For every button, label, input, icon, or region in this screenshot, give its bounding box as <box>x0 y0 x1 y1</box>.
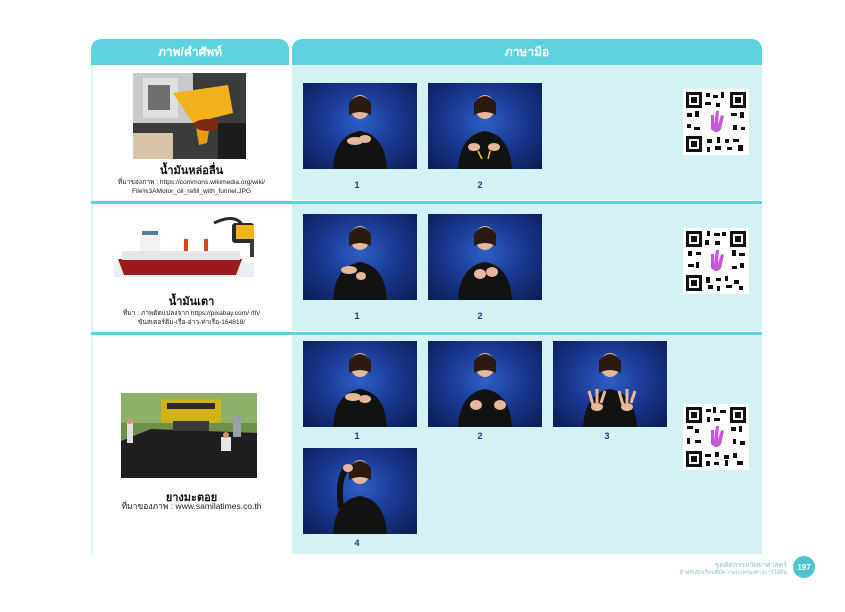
qr-code[interactable] <box>683 228 749 294</box>
sign-photo-step-3 <box>553 341 667 427</box>
step-number: 1 <box>354 180 360 190</box>
sign-photo-step-1 <box>303 341 417 427</box>
image-source-line: File%3AMotor_oil_refill_with_funnel.JPG <box>131 188 252 195</box>
asphalt-road-photo <box>121 393 257 478</box>
step-number: 3 <box>604 431 610 441</box>
step-number: 2 <box>477 180 483 190</box>
motor-oil-photo <box>133 73 246 159</box>
column-header-image-word: ภาพ/คำศัพท์ <box>91 39 289 65</box>
image-source-line: ที่มาของภาพ : https://commons.wikimedia.… <box>117 179 266 186</box>
sign-photo-step-1 <box>303 83 417 169</box>
qr-code[interactable] <box>683 404 749 470</box>
sign-photo-step-2 <box>428 214 542 300</box>
sign-photo-step-4 <box>303 448 417 534</box>
sign-photo-step-2 <box>428 83 542 169</box>
row-separator <box>91 332 762 335</box>
fuel-oil-ship-photo <box>114 209 270 287</box>
step-number: 2 <box>477 431 483 441</box>
step-number: 1 <box>354 431 360 441</box>
step-number: 1 <box>354 311 360 321</box>
word-fuel-oil: น้ำมันเตา <box>168 296 215 308</box>
table-left-border <box>91 65 93 554</box>
footer-subtitle: สำหรับนักเรียนที่มีความบกพร่องทางการได้ย… <box>679 570 787 576</box>
word-motor-oil: น้ำมันหล่อลื่น <box>159 165 224 177</box>
image-source-line: ขันสเตอร์ติม-เรือ-อ่าว-ท่าเรือ-164818/ <box>137 319 246 326</box>
sign-photo-step-1 <box>303 214 417 300</box>
sign-photo-step-2 <box>428 341 542 427</box>
qr-code[interactable] <box>683 89 749 155</box>
step-number: 2 <box>477 311 483 321</box>
image-source-line: ที่มาของภาพ : www.samilatimes.co.th <box>121 501 262 511</box>
page-number-badge: 197 <box>793 556 815 578</box>
step-number: 4 <box>354 538 360 548</box>
column-header-sign-language: ภาษามือ <box>292 39 762 65</box>
image-source-line: ที่มา : ภาพตัดแปลงจาก https://pixabay.co… <box>122 310 261 317</box>
row-separator <box>91 201 762 204</box>
